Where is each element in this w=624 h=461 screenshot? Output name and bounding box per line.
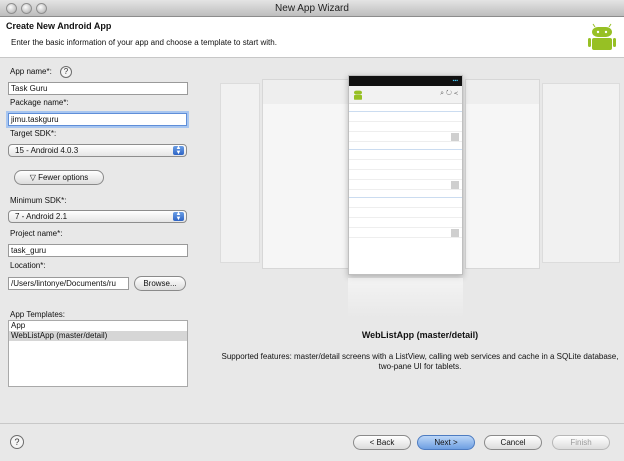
phone-list-row: [349, 132, 462, 142]
template-preview: ▪▪▪ ⌕ ↻ ≺: [220, 73, 620, 323]
target-sdk-value: 15 - Android 4.0.3: [15, 146, 79, 155]
phone-list-row: [349, 180, 462, 190]
target-sdk-label: Target SDK*:: [10, 129, 57, 138]
cancel-button[interactable]: Cancel: [484, 435, 542, 450]
phone-list-row: [349, 112, 462, 122]
android-app-icon: [354, 90, 362, 100]
phone-list-section: [349, 190, 462, 198]
template-description: Supported features: master/detail screen…: [221, 352, 619, 371]
wizard-page-description: Enter the basic information of your app …: [11, 38, 277, 47]
back-button[interactable]: < Back: [353, 435, 411, 450]
app-templates-list[interactable]: App WebListApp (master/detail): [8, 320, 188, 387]
wizard-footer: ? < Back Next > Cancel Finish: [0, 423, 624, 461]
min-sdk-label: Minimum SDK*:: [10, 196, 67, 205]
phone-list-section: [349, 142, 462, 150]
app-name-label: App name*:: [10, 67, 52, 76]
project-name-field[interactable]: task_guru: [8, 244, 188, 257]
preview-phone-screen: ▪▪▪ ⌕ ↻ ≺: [348, 75, 463, 275]
triangle-down-icon: ▽: [29, 173, 39, 182]
target-sdk-select[interactable]: 15 - Android 4.0.3 ▲ ▼: [8, 144, 187, 157]
preview-screen-left-far: [220, 83, 260, 263]
select-arrows-icon: ▲ ▼: [173, 145, 184, 156]
phone-list-section: [349, 104, 462, 112]
preview-screen-right-far: [542, 83, 620, 263]
location-field[interactable]: /Users/lintonye/Documents/ru: [8, 277, 129, 290]
help-icon[interactable]: ?: [60, 66, 72, 78]
wizard-page-title: Create New Android App: [6, 21, 112, 31]
wizard-content: App name*: ? Task Guru Package name*: ji…: [0, 58, 624, 423]
min-sdk-select[interactable]: 7 - Android 2.1 ▲ ▼: [8, 210, 187, 223]
help-icon[interactable]: ?: [10, 435, 24, 449]
phone-list-row: [349, 208, 462, 218]
preview-screen-left: [262, 79, 350, 269]
window-title: New App Wizard: [275, 3, 349, 14]
phone-list-row: [349, 150, 462, 160]
template-item-weblistapp[interactable]: WebListApp (master/detail): [9, 331, 187, 341]
project-name-label: Project name*:: [10, 229, 63, 238]
phone-list-row: [349, 122, 462, 132]
location-label: Location*:: [10, 261, 46, 270]
app-name-field[interactable]: Task Guru: [8, 82, 188, 95]
finish-button: Finish: [552, 435, 610, 450]
fewer-options-button[interactable]: ▽ Fewer options: [14, 170, 104, 185]
package-name-field[interactable]: jimu.taskguru: [8, 113, 187, 126]
phone-list-row: [349, 170, 462, 180]
window-titlebar: New App Wizard: [0, 0, 624, 17]
phone-reflection: [348, 278, 463, 318]
template-item-app[interactable]: App: [9, 321, 187, 331]
app-templates-label: App Templates:: [10, 310, 65, 319]
android-logo-icon: [588, 23, 616, 50]
preview-screen-right: [465, 79, 540, 269]
phone-toolbar-icons: ⌕ ↻ ≺: [440, 90, 458, 97]
phone-list-row: [349, 198, 462, 208]
template-title: WebListApp (master/detail): [361, 330, 479, 340]
phone-list-row: [349, 228, 462, 238]
phone-list-row: [349, 218, 462, 228]
select-arrows-icon: ▲ ▼: [173, 211, 184, 222]
phone-status-bar: ▪▪▪: [349, 76, 462, 86]
min-sdk-value: 7 - Android 2.1: [15, 212, 68, 221]
phone-action-bar: ⌕ ↻ ≺: [349, 86, 462, 104]
next-button[interactable]: Next >: [417, 435, 475, 450]
browse-button[interactable]: Browse...: [134, 276, 186, 291]
package-name-label: Package name*:: [10, 98, 69, 107]
wizard-header: Create New Android App Enter the basic i…: [0, 17, 624, 58]
phone-list-row: [349, 160, 462, 170]
